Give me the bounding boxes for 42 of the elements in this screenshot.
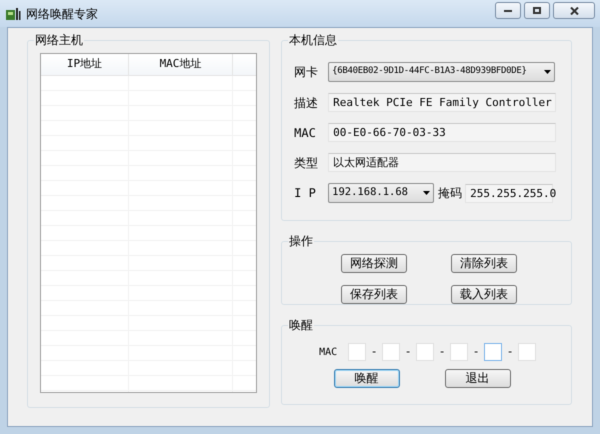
window-title: 网络唤醒专家 (26, 6, 98, 22)
field-label: I P (294, 185, 317, 202)
close-icon (570, 6, 578, 14)
dropdown[interactable]: {6B40EB02-9D1D-44FC-B1A3-48D939BFD0DE} (328, 62, 556, 82)
action-button[interactable]: 网络探测 (341, 254, 408, 273)
mac-label: MAC (319, 346, 338, 360)
action-button[interactable]: 载入列表 (451, 284, 517, 304)
app-icon (5, 6, 21, 22)
column-header[interactable]: MAC地址 (129, 54, 233, 75)
action-button[interactable]: 保存列表 (341, 284, 408, 304)
field-label: 掩码 (438, 185, 462, 202)
action-button[interactable]: 唤醒 (334, 369, 400, 388)
info-field[interactable]: Realtek PCIe FE Family Controller (328, 93, 556, 112)
separator: - (474, 344, 478, 360)
group-title: 唤醒 (288, 317, 314, 333)
maximize-button[interactable] (524, 2, 550, 19)
group-title: 网络主机 (34, 32, 84, 48)
group-title: 本机信息 (288, 32, 338, 48)
field-label: MAC (294, 124, 317, 142)
field-label: 网卡 (294, 64, 318, 81)
separator: - (372, 344, 376, 360)
host-table[interactable]: IP地址 MAC地址 (40, 53, 258, 393)
field-label: 类型 (294, 154, 318, 172)
info-field[interactable]: 00-E0-66-70-03-33 (328, 123, 556, 142)
separator: - (508, 344, 512, 360)
dropdown[interactable]: 192.168.1.68 (328, 183, 434, 203)
separator: - (406, 344, 410, 360)
field-label: 描述 (294, 94, 318, 112)
action-button[interactable]: 退出 (444, 369, 511, 388)
dropdown-value: {6B40EB02-9D1D-44FC-B1A3-48D939BFD0DE} (332, 65, 527, 78)
action-button[interactable]: 清除列表 (451, 254, 517, 273)
minimize-button[interactable] (495, 2, 521, 19)
group-title: 操作 (288, 233, 314, 249)
info-field[interactable]: 以太网适配器 (328, 153, 556, 172)
separator: - (440, 344, 444, 360)
column-header[interactable]: IP地址 (41, 54, 129, 75)
close-button[interactable] (553, 2, 595, 19)
mask-field[interactable]: 255.255.255.0 (465, 184, 554, 202)
caret-icon (544, 70, 552, 74)
mac-input[interactable] (484, 343, 502, 361)
dropdown-value: 192.168.1.68 (332, 185, 408, 200)
caret-icon (423, 191, 430, 195)
